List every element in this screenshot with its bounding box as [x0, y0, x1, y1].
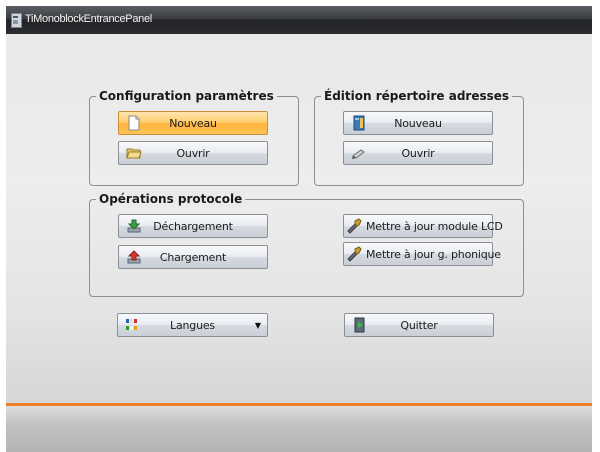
- footer-bar: [6, 406, 592, 452]
- quit-label: Quitter: [400, 319, 438, 332]
- languages-dropdown[interactable]: Langues ▼: [117, 313, 268, 337]
- directory-open-label: Ouvrir: [401, 147, 435, 160]
- download-button[interactable]: Déchargement: [118, 214, 268, 238]
- directory-new-button[interactable]: Nouveau: [343, 111, 493, 135]
- config-new-label: Nouveau: [169, 117, 217, 130]
- languages-label: Langues: [170, 319, 215, 332]
- directory-new-label: Nouveau: [394, 117, 442, 130]
- update-module-icon: [347, 218, 362, 234]
- update-phonic-button[interactable]: Mettre à jour g. phonique: [343, 242, 501, 266]
- download-label: Déchargement: [153, 220, 233, 233]
- main-panel: Configuration paramètres Nouveau Ouvrir …: [6, 34, 592, 404]
- config-group-title: Configuration paramètres: [96, 88, 277, 104]
- config-new-button[interactable]: Nouveau: [118, 111, 268, 135]
- window-title: TiMonoblockEntrancePanel: [25, 13, 152, 25]
- quit-button[interactable]: Quitter: [344, 313, 494, 337]
- upload-button[interactable]: Chargement: [118, 245, 268, 269]
- update-phonic-icon: [347, 246, 362, 262]
- protocol-group-title: Opérations protocole: [96, 191, 246, 207]
- directory-group-title: Édition répertoire adresses: [321, 88, 513, 104]
- upload-label: Chargement: [159, 251, 227, 264]
- update-lcd-button[interactable]: Mettre à jour module LCD: [343, 214, 503, 238]
- directory-group: Édition répertoire adresses Nouveau Ouvr…: [314, 88, 524, 186]
- chevron-down-icon: ▼: [254, 321, 261, 330]
- directory-open-button[interactable]: Ouvrir: [343, 141, 493, 165]
- protocol-group: Opérations protocole Déchargement Charge…: [89, 191, 524, 297]
- update-lcd-label: Mettre à jour module LCD: [366, 220, 503, 233]
- config-group: Configuration paramètres Nouveau Ouvrir: [89, 88, 299, 186]
- update-phonic-label: Mettre à jour g. phonique: [366, 248, 501, 261]
- config-open-label: Ouvrir: [176, 147, 210, 160]
- app-window: TiMonoblockEntrancePanel Configuration p…: [6, 6, 592, 452]
- app-icon: [11, 13, 22, 28]
- config-open-button[interactable]: Ouvrir: [118, 141, 268, 165]
- title-bar: TiMonoblockEntrancePanel: [6, 6, 592, 34]
